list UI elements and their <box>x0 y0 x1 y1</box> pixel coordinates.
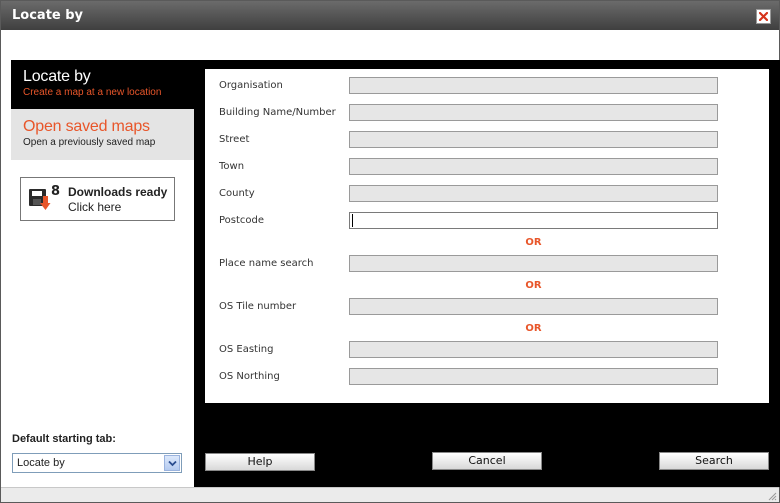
tab-locate-by[interactable]: Locate by Create a map at a new location <box>11 60 194 109</box>
postcode-label: Postcode <box>219 215 265 226</box>
locate-by-dialog: Locate by Locate by Create a map at a ne… <box>0 0 780 503</box>
place-name-label: Place name search <box>219 258 314 269</box>
or-separator: OR <box>525 280 542 291</box>
os-northing-input[interactable] <box>349 368 718 385</box>
os-easting-label: OS Easting <box>219 344 274 355</box>
downloads-link[interactable]: Click here <box>68 200 121 214</box>
resize-grip-icon[interactable] <box>766 490 777 501</box>
help-button[interactable]: Help <box>205 453 315 471</box>
default-starting-tab-select[interactable]: Locate by <box>12 453 182 473</box>
tab-subtitle: Create a map at a new location <box>23 87 162 98</box>
tab-title: Locate by <box>23 68 91 85</box>
status-bar <box>1 487 779 502</box>
or-separator: OR <box>525 237 542 248</box>
os-easting-input[interactable] <box>349 341 718 358</box>
main-panel: Organisation Building Name/Number Street… <box>194 60 780 487</box>
close-icon <box>759 12 768 21</box>
title-bar: Locate by <box>1 1 779 30</box>
close-button[interactable] <box>756 9 771 24</box>
county-input[interactable] <box>349 185 718 202</box>
cancel-button[interactable]: Cancel <box>432 452 542 470</box>
text-caret <box>352 214 353 227</box>
tab-title: Open saved maps <box>23 118 150 135</box>
place-name-input[interactable] <box>349 255 718 272</box>
town-label: Town <box>219 161 245 172</box>
os-tile-label: OS Tile number <box>219 301 297 312</box>
os-northing-label: OS Northing <box>219 371 280 382</box>
building-input[interactable] <box>349 104 718 121</box>
sidebar: Locate by Create a map at a new location… <box>11 60 194 487</box>
locate-form: Organisation Building Name/Number Street… <box>205 69 769 403</box>
search-button[interactable]: Search <box>659 452 769 470</box>
street-input[interactable] <box>349 131 718 148</box>
default-starting-tab-label: Default starting tab: <box>12 433 116 445</box>
street-label: Street <box>219 134 250 145</box>
select-dropdown-button[interactable] <box>164 455 180 471</box>
downloads-ready-button[interactable]: 8 Downloads ready Click here <box>20 177 175 221</box>
select-value: Locate by <box>17 457 65 469</box>
tab-open-saved-maps[interactable]: Open saved maps Open a previously saved … <box>11 109 194 160</box>
county-label: County <box>219 188 255 199</box>
postcode-input[interactable] <box>349 212 718 229</box>
organisation-label: Organisation <box>219 80 283 91</box>
organisation-input[interactable] <box>349 77 718 94</box>
tab-subtitle: Open a previously saved map <box>23 137 156 148</box>
window-title: Locate by <box>12 8 84 23</box>
os-tile-input[interactable] <box>349 298 718 315</box>
downloads-count: 8 <box>51 184 61 199</box>
building-label: Building Name/Number <box>219 107 336 118</box>
or-separator: OR <box>525 323 542 334</box>
downloads-title: Downloads ready <box>68 185 168 199</box>
town-input[interactable] <box>349 158 718 175</box>
chevron-down-icon <box>168 460 177 467</box>
